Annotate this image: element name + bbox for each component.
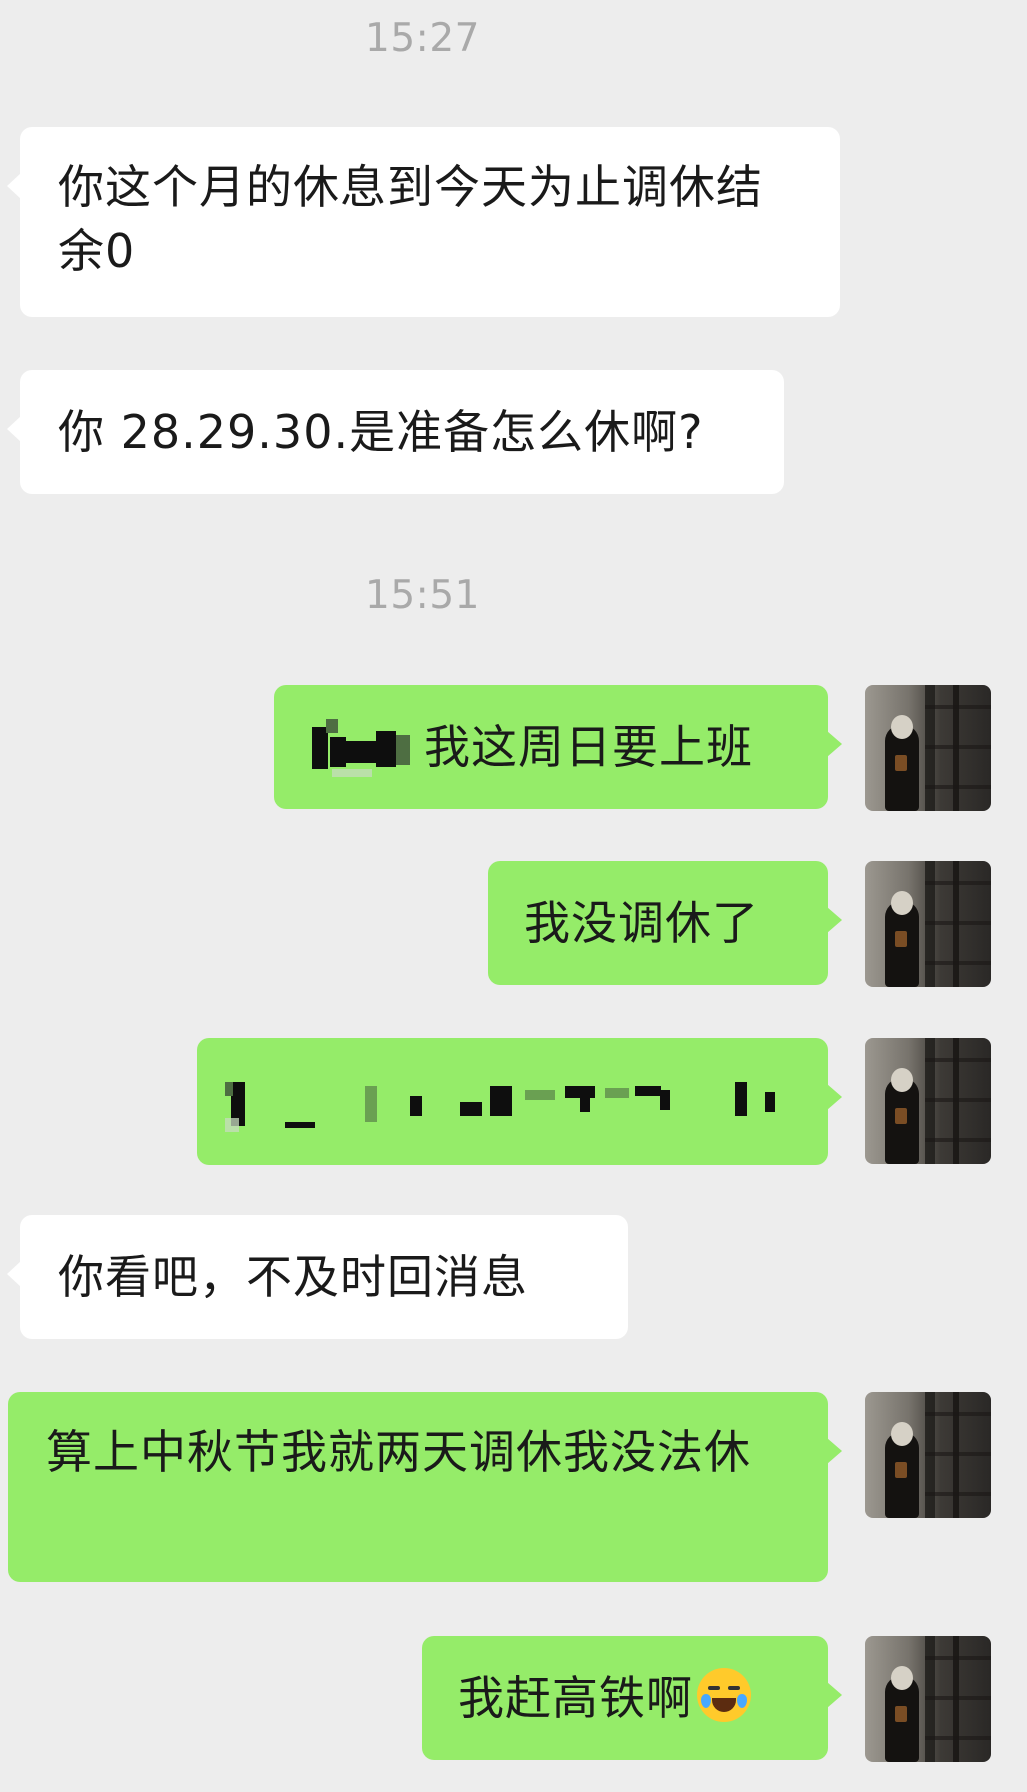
timestamp: 15:51 xyxy=(365,573,480,618)
redacted-outgoing-message[interactable] xyxy=(197,1038,842,1165)
incoming-message[interactable]: 你 28.29.30.是准备怎么休啊? xyxy=(7,370,784,494)
redacted-block xyxy=(312,719,412,777)
message-text: 我这周日要上班 xyxy=(424,720,753,774)
message-text: 我赶高铁啊 xyxy=(458,1671,693,1725)
message-text: 你看吧，不及时回消息 xyxy=(58,1250,528,1304)
user-avatar[interactable] xyxy=(865,1038,991,1164)
incoming-message[interactable]: 你这个月的休息到今天为止调休结余0 xyxy=(7,127,840,317)
user-avatar[interactable] xyxy=(865,861,991,987)
message-text: 我没调休了 xyxy=(524,896,759,950)
outgoing-message[interactable]: 我这周日要上班 xyxy=(274,685,842,809)
redacted-block xyxy=(225,1082,795,1132)
outgoing-message[interactable]: 算上中秋节我就两天调休我没法休 xyxy=(8,1392,842,1582)
message-text: 你 28.29.30.是准备怎么休啊? xyxy=(58,405,704,459)
user-avatar[interactable] xyxy=(865,1392,991,1518)
message-text: 算上中秋节我就两天调休我没法休 xyxy=(46,1425,751,1479)
outgoing-message[interactable]: 我赶高铁啊 xyxy=(422,1636,842,1760)
loudly-crying-face-icon xyxy=(697,1668,751,1722)
user-avatar[interactable] xyxy=(865,1636,991,1762)
message-text: 你这个月的休息到今天为止调休结余0 xyxy=(58,160,763,278)
timestamp: 15:27 xyxy=(365,16,480,61)
outgoing-message[interactable]: 我没调休了 xyxy=(488,861,842,985)
user-avatar[interactable] xyxy=(865,685,991,811)
incoming-message[interactable]: 你看吧，不及时回消息 xyxy=(7,1215,628,1339)
